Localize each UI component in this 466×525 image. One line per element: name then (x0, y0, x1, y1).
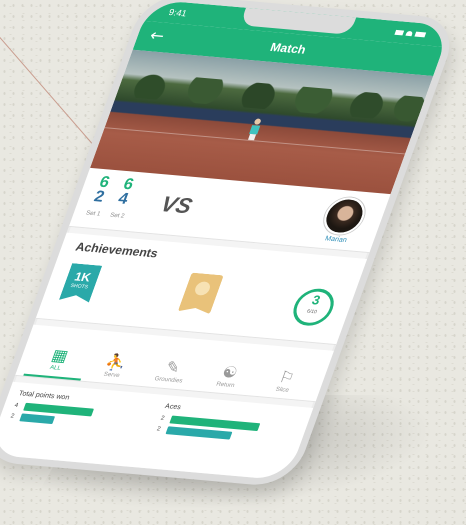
stat-bar-count: 4 (13, 402, 19, 409)
ribbon-badge-sub: SHOTS (69, 283, 89, 291)
battery-icon (414, 31, 427, 37)
set-1-bottom: 2 (91, 188, 107, 206)
stat-bar-count: 2 (9, 413, 16, 420)
wifi-icon (405, 30, 414, 36)
tab-slice[interactable]: ⚐ Slice (251, 366, 319, 401)
video-trees (115, 71, 426, 123)
stat-bar (19, 413, 56, 425)
opponent-name[interactable]: Marian (316, 234, 357, 244)
set-2-label: Set 2 (109, 212, 126, 220)
avatar[interactable] (318, 195, 371, 236)
phone-mockup: 9:41 ← Match 6 2 Set 1 6 4 Set 2 VS Mari… (0, 0, 461, 488)
stat-aces: Aces 2 2 (135, 403, 301, 488)
circle-badge[interactable]: 3 6/10 (287, 287, 340, 328)
status-icons (394, 29, 427, 37)
ball-icon (193, 281, 212, 296)
opponent[interactable]: Marian (316, 195, 371, 244)
set-1-label: Set 1 (84, 210, 102, 218)
gold-card-badge[interactable] (178, 273, 224, 315)
ribbon-badge-value: 1K (72, 269, 93, 285)
set-score-2: 6 4 Set 2 (107, 176, 138, 225)
video-player-figure (247, 118, 263, 141)
stat-bar (165, 426, 233, 440)
set-2-bottom: 4 (115, 190, 131, 208)
status-time: 9:41 (167, 7, 189, 19)
ribbon-badge[interactable]: 1K SHOTS (59, 263, 102, 302)
stat-bar-count: 2 (155, 426, 162, 433)
signal-icon (394, 29, 405, 35)
stat-bar-count: 2 (159, 415, 166, 422)
vs-label: VS (157, 191, 196, 219)
set-scores: 6 2 Set 1 6 4 Set 2 (83, 174, 138, 225)
